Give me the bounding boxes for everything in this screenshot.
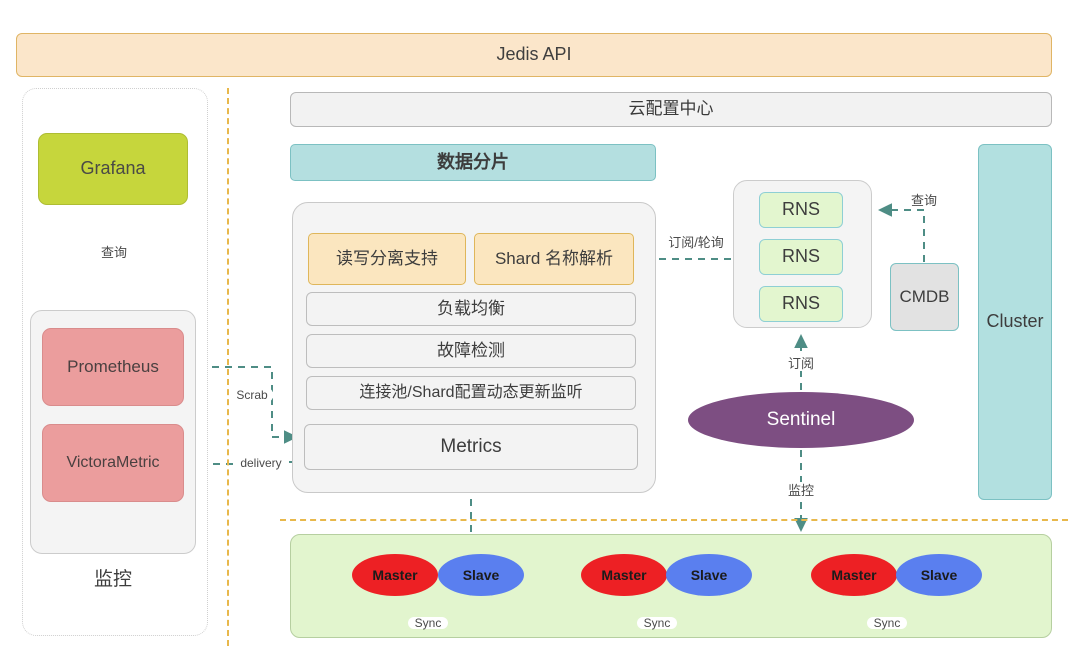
- vertical-divider: [227, 88, 229, 646]
- prometheus-node[interactable]: Prometheus: [42, 328, 184, 406]
- rns-node[interactable]: RNS: [759, 239, 843, 275]
- cluster-node[interactable]: Cluster: [978, 144, 1052, 500]
- edge-label-delivery: delivery: [233, 456, 289, 470]
- pool-shard-config-listener-node[interactable]: 连接池/Shard配置动态更新监听: [306, 376, 636, 410]
- sync-label: Sync: [637, 617, 677, 629]
- metrics-node[interactable]: Metrics: [304, 424, 638, 470]
- cmdb-node[interactable]: CMDB: [890, 263, 959, 331]
- shard-name-resolve-node[interactable]: Shard 名称解析: [474, 233, 634, 285]
- slave-node[interactable]: Slave: [666, 554, 752, 596]
- load-balance-node[interactable]: 负载均衡: [306, 292, 636, 326]
- edge-label-scrab: Scrab: [231, 388, 273, 402]
- master-node[interactable]: Master: [811, 554, 897, 596]
- slave-node[interactable]: Slave: [438, 554, 524, 596]
- sync-label: Sync: [408, 617, 448, 629]
- edge-label-subscribe-poll: 订阅/轮询: [660, 234, 732, 250]
- edge-label-subscribe: 订阅: [779, 355, 823, 371]
- horizontal-divider: [280, 519, 1068, 521]
- edge-label-query-grafana: 查询: [92, 244, 136, 260]
- edge-label-monitor: 监控: [779, 482, 823, 498]
- grafana-node[interactable]: Grafana: [38, 133, 188, 205]
- master-node[interactable]: Master: [581, 554, 667, 596]
- sentinel-node[interactable]: Sentinel: [688, 392, 914, 448]
- sync-label: Sync: [867, 617, 907, 629]
- slave-node[interactable]: Slave: [896, 554, 982, 596]
- edge-label-query-cmdb: 查询: [902, 192, 946, 208]
- monitoring-caption: 监控: [93, 568, 132, 590]
- master-node[interactable]: Master: [352, 554, 438, 596]
- read-write-split-node[interactable]: 读写分离支持: [308, 233, 466, 285]
- cloud-config-center[interactable]: 云配置中心: [290, 92, 1052, 127]
- rns-node[interactable]: RNS: [759, 192, 843, 228]
- rns-node[interactable]: RNS: [759, 286, 843, 322]
- data-sharding-node[interactable]: 数据分片: [290, 144, 656, 181]
- victorametric-node[interactable]: VictoraMetric: [42, 424, 184, 502]
- edge-cmdb-query-rns: [878, 203, 925, 262]
- diagram-canvas: Jedis API Grafana Prometheus VictoraMetr…: [0, 0, 1080, 654]
- jedis-api-banner: Jedis API: [16, 33, 1052, 77]
- fault-detection-node[interactable]: 故障检测: [306, 334, 636, 368]
